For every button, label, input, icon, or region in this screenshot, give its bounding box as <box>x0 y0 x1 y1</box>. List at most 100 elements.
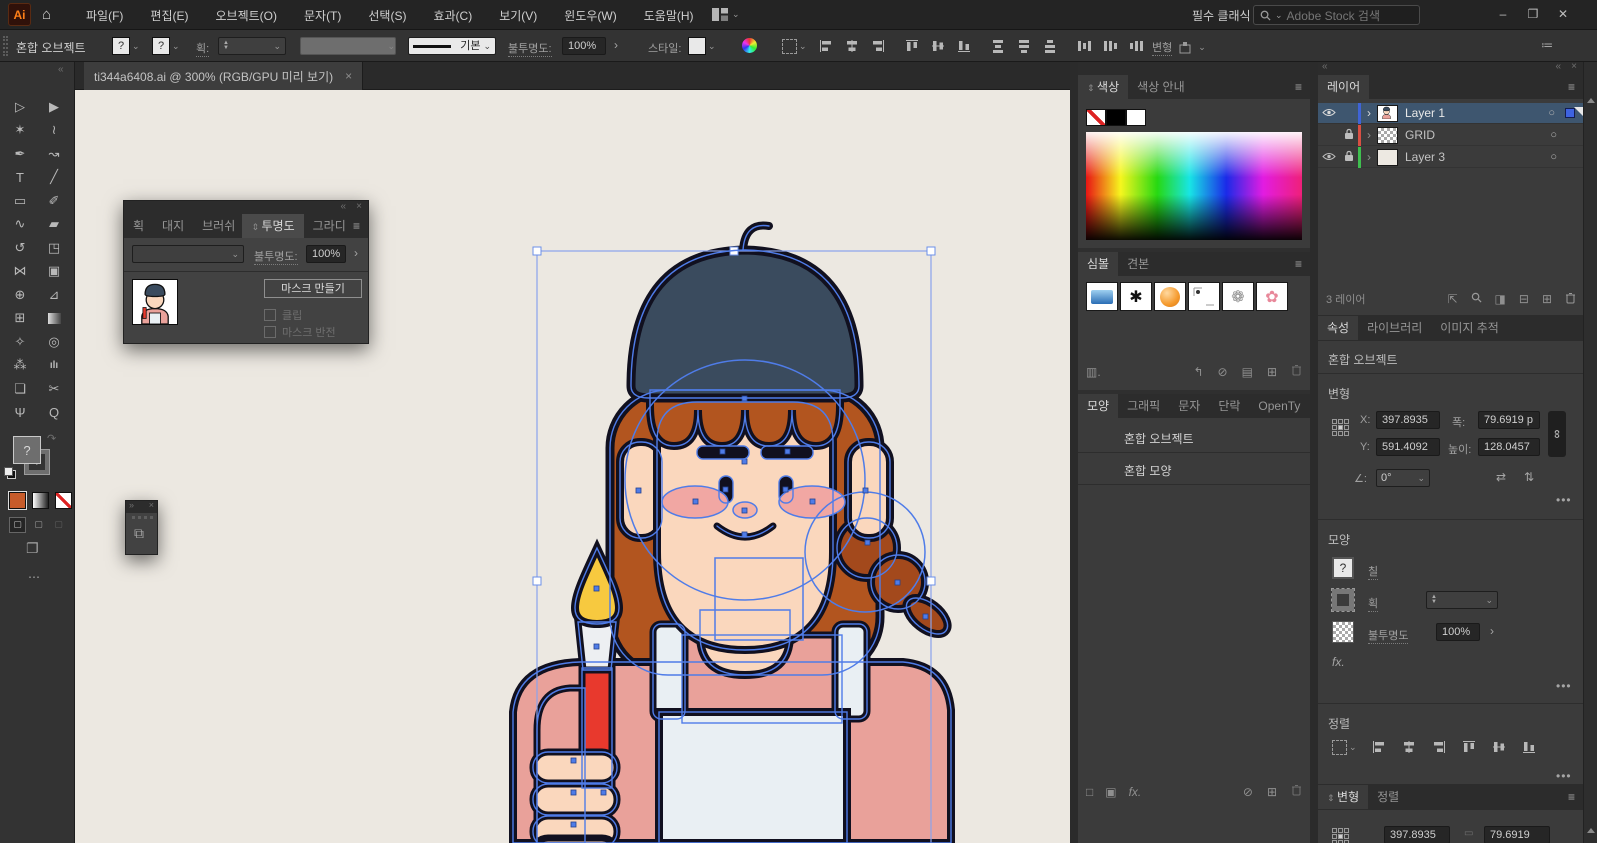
opacity-label[interactable]: 불투명도: <box>254 248 298 265</box>
home-icon[interactable]: ⌂ <box>42 6 51 23</box>
opacity-swatch[interactable] <box>1332 621 1354 643</box>
tab-paragraph[interactable]: 단락 <box>1209 394 1249 418</box>
layer-thumbnail[interactable] <box>1377 127 1398 144</box>
control-bar-grip[interactable] <box>3 36 8 56</box>
flip-horizontal-icon[interactable]: ⇄ <box>1496 470 1506 484</box>
locate-object-icon[interactable] <box>1471 292 1482 306</box>
draw-normal-mode-button[interactable]: ▢ <box>9 517 26 533</box>
appearance-row-shape[interactable]: 혼합 모양 <box>1124 462 1172 479</box>
panel-menu-icon[interactable]: ≡ <box>1295 257 1310 271</box>
apron-strap-left[interactable] <box>653 624 685 719</box>
menu-select[interactable]: 선택(S) <box>368 7 406 24</box>
make-clip-mask-icon[interactable]: ◨ <box>1495 292 1506 306</box>
edit-toolbar-button[interactable]: ⋯ <box>28 570 40 584</box>
distribute-center-h-icon[interactable] <box>1102 38 1118 54</box>
reference-point-grid[interactable] <box>1332 828 1349 843</box>
expand-arrow-icon[interactable]: › <box>1361 106 1377 120</box>
align-bottom-icon[interactable] <box>956 38 972 54</box>
menu-view[interactable]: 보기(V) <box>499 7 537 24</box>
beret[interactable] <box>631 250 859 398</box>
scroll-up-icon-bottom[interactable] <box>1587 828 1595 833</box>
opacity-label[interactable]: 불투명도 <box>1368 627 1408 644</box>
pen-tool[interactable]: ✒ <box>15 146 26 162</box>
minimize-button[interactable]: – <box>1488 7 1518 21</box>
layer-row-1[interactable]: › Layer 1 ○ <box>1318 103 1583 124</box>
distribute-right-icon[interactable] <box>1128 38 1144 54</box>
graphic-style-dropdown[interactable]: .⌄ <box>688 37 716 55</box>
menu-window[interactable]: 윈도우(W) <box>564 7 616 24</box>
artwork[interactable] <box>513 226 954 843</box>
tab-color[interactable]: ⇕ 색상 <box>1078 75 1128 99</box>
menu-help[interactable]: 도움말(H) <box>644 7 694 24</box>
align-bottom-icon[interactable] <box>1521 739 1537 755</box>
recolor-artwork-icon[interactable] <box>742 38 757 53</box>
none-swatch[interactable] <box>1086 109 1106 126</box>
stroke-label[interactable]: 획 <box>1368 595 1378 612</box>
align-left-icon[interactable] <box>1371 739 1387 755</box>
menu-object[interactable]: 오브젝트(O) <box>215 7 277 24</box>
distribute-left-icon[interactable] <box>1076 38 1092 54</box>
artboard-tool[interactable]: ❏ <box>14 381 26 397</box>
symbol-pink-flower[interactable]: ✿ <box>1256 282 1288 311</box>
add-effect-icon[interactable]: fx. <box>1129 785 1142 799</box>
dock-header[interactable]: « « × <box>1318 62 1583 75</box>
collapse-icon[interactable]: « <box>340 201 346 212</box>
new-symbol-icon[interactable]: ⊞ <box>1267 365 1277 379</box>
panel-menu-icon[interactable]: ≡ <box>1295 80 1310 94</box>
new-layer-icon[interactable]: ⊞ <box>1542 292 1552 306</box>
direct-selection-tool[interactable]: ▷ <box>15 99 25 115</box>
column-graph-tool[interactable]: ılı <box>50 360 58 371</box>
more-options-icon[interactable]: ••• <box>1556 493 1572 507</box>
toolbar-collapse-icon[interactable]: « <box>58 64 64 75</box>
pathfinder-panel-icon[interactable]: ⧉ <box>134 525 144 542</box>
height-input[interactable] <box>1478 438 1540 456</box>
align-top-icon[interactable] <box>904 38 920 54</box>
tab-opentype[interactable]: OpenTy <box>1249 394 1309 418</box>
tab-graphic-styles[interactable]: 그래픽 <box>1118 394 1169 418</box>
layer-thumbnail[interactable] <box>1377 149 1398 166</box>
align-center-v-icon[interactable] <box>930 38 946 54</box>
zoom-tool[interactable]: Q <box>49 405 59 420</box>
stroke-weight-combo[interactable]: ▲▼⌄ <box>1426 591 1498 609</box>
symbol-libraries-icon[interactable]: ▥. <box>1086 365 1101 379</box>
close-icon[interactable]: × <box>1571 61 1577 72</box>
rotate-tool[interactable]: ↺ <box>15 240 26 256</box>
shaper-tool[interactable]: ∿ <box>15 216 26 232</box>
opacity-flyout-arrow[interactable]: › <box>614 38 618 52</box>
symbol-orange-orb[interactable] <box>1154 282 1186 311</box>
menu-file[interactable]: 파일(F) <box>86 7 123 24</box>
slice-tool[interactable]: ✂ <box>49 381 60 397</box>
fill-indicator[interactable]: ? <box>13 436 41 464</box>
scroll-up-icon[interactable] <box>1587 98 1595 103</box>
symbol-ink-splatter[interactable]: ✱ <box>1120 282 1152 311</box>
align-center-v-icon[interactable] <box>1491 739 1507 755</box>
tab-gradient[interactable]: 그라디 <box>304 214 353 238</box>
expand-arrow-icon[interactable]: › <box>1361 150 1377 164</box>
distribute-center-v-icon[interactable] <box>1016 38 1032 54</box>
panel-menu-icon[interactable]: ≡ <box>1568 790 1583 804</box>
tab-properties[interactable]: 속성 <box>1318 316 1358 340</box>
scale-tool[interactable]: ◳ <box>48 240 60 256</box>
align-center-h-icon[interactable] <box>844 38 860 54</box>
new-sublayer-icon[interactable]: ⊟ <box>1519 292 1529 306</box>
object-thumbnail[interactable] <box>132 279 178 325</box>
none-swatch-button[interactable] <box>55 492 72 509</box>
tab-layers[interactable]: 레이어 <box>1318 75 1369 99</box>
panel-grip[interactable] <box>132 516 153 519</box>
opacity-input[interactable] <box>306 245 346 263</box>
tab-swatches[interactable]: 견본 <box>1118 252 1158 276</box>
fill-swatch[interactable]: ? <box>1332 557 1354 579</box>
symbol-swirl-wreath[interactable]: ❁ <box>1222 282 1254 311</box>
arrange-documents-button[interactable]: ⌄ <box>712 8 740 21</box>
width-tool[interactable]: ⋈ <box>14 263 27 279</box>
distribute-bottom-icon[interactable] <box>1042 38 1058 54</box>
gradient-swatch-button[interactable] <box>32 492 49 509</box>
tab-artboards[interactable]: 대지 <box>153 214 193 238</box>
layer-thumbnail[interactable] <box>1377 105 1398 122</box>
close-icon[interactable]: × <box>149 500 154 510</box>
layer-name[interactable]: Layer 1 <box>1405 106 1445 120</box>
eyedropper-tool[interactable]: ✧ <box>15 334 26 350</box>
distribute-top-icon[interactable] <box>990 38 1006 54</box>
align-to-dropdown[interactable]: ⌄ <box>1332 740 1357 755</box>
lock-toggle[interactable] <box>1340 128 1358 143</box>
